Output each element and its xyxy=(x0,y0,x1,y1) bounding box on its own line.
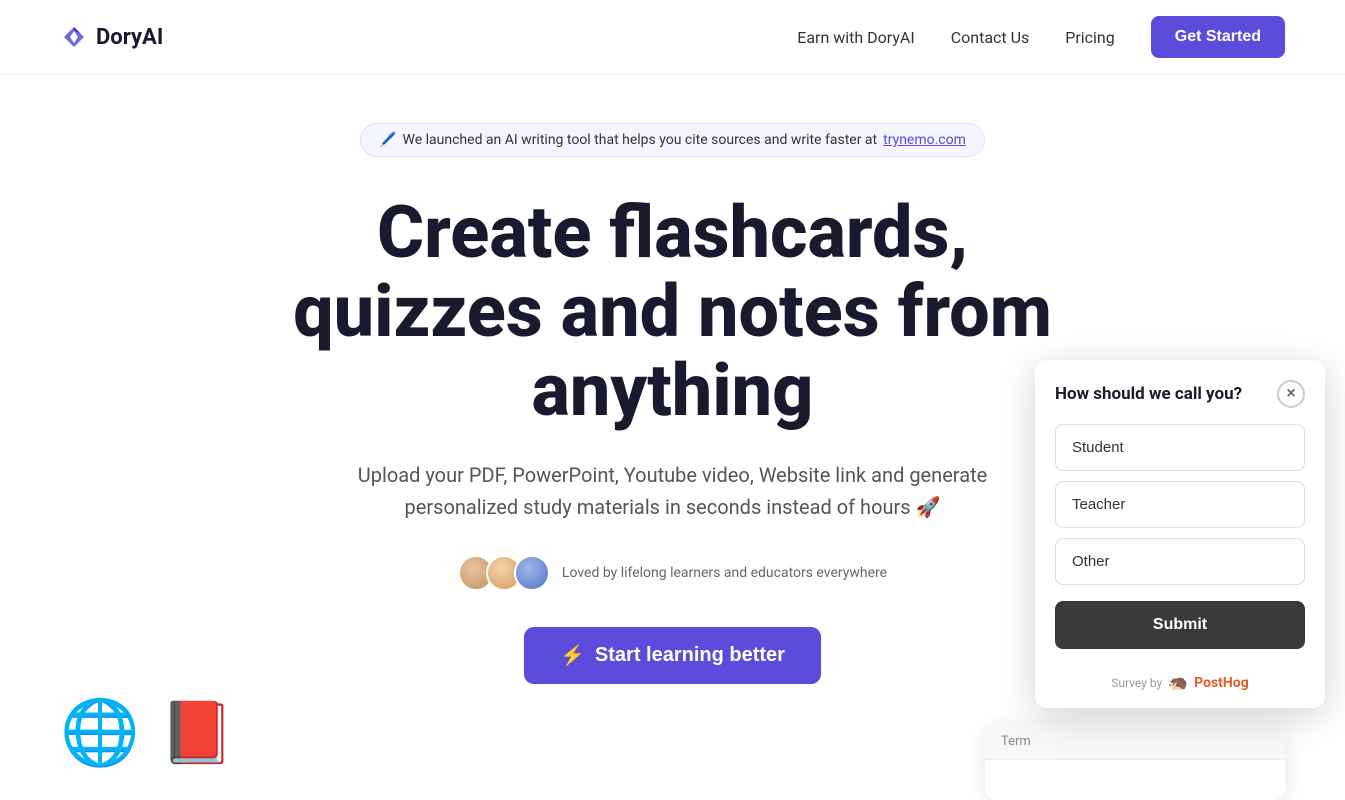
pdf-icon: 📕 xyxy=(160,697,235,768)
flashcard-term-label: Term xyxy=(1001,734,1031,749)
social-proof-text: Loved by lifelong learners and educators… xyxy=(562,565,887,581)
flashcard-header: Term xyxy=(985,724,1285,760)
popup-option-other[interactable]: Other xyxy=(1055,538,1305,585)
announcement-text: We launched an AI writing tool that help… xyxy=(403,132,878,148)
footer-survey-text: Survey by xyxy=(1111,676,1162,690)
nav-links: Earn with DoryAI Contact Us Pricing Get … xyxy=(797,16,1285,58)
bottom-icons: 🌐 📕 xyxy=(0,695,294,770)
popup-footer: Survey by 🦔 PostHog xyxy=(1035,663,1325,708)
popup-submit-button[interactable]: Submit xyxy=(1055,601,1305,649)
announcement-link[interactable]: trynemo.com xyxy=(883,132,966,148)
cta-label: Start learning better xyxy=(595,644,785,667)
bolt-icon: ⚡ xyxy=(560,643,585,668)
social-proof: Loved by lifelong learners and educators… xyxy=(458,555,887,591)
close-icon: × xyxy=(1286,385,1295,403)
nav-earn[interactable]: Earn with DoryAI xyxy=(797,28,915,47)
popup-title: How should we call you? xyxy=(1055,384,1242,404)
posthog-icon: 🦔 xyxy=(1168,673,1188,692)
flashcard-preview: Term xyxy=(985,724,1285,800)
avatar-group xyxy=(458,555,550,591)
logo[interactable]: DoryAI xyxy=(60,23,163,51)
popup-header: How should we call you? × xyxy=(1035,360,1325,424)
popup-options: Student Teacher Other xyxy=(1035,424,1325,601)
hero-title: Create flashcards, quizzes and notes fro… xyxy=(283,193,1063,431)
nav-contact[interactable]: Contact Us xyxy=(951,28,1030,47)
get-started-button[interactable]: Get Started xyxy=(1151,16,1285,58)
announcement-banner: 🖊️ We launched an AI writing tool that h… xyxy=(360,123,985,157)
globe-icon: 🌐 xyxy=(60,695,140,770)
popup-option-teacher[interactable]: Teacher xyxy=(1055,481,1305,528)
announcement-emoji: 🖊️ xyxy=(379,132,396,148)
logo-text: DoryAI xyxy=(96,25,163,50)
doryai-logo-icon xyxy=(60,23,88,51)
flashcard-body xyxy=(985,760,1285,800)
popup-option-student[interactable]: Student xyxy=(1055,424,1305,471)
posthog-brand: PostHog xyxy=(1194,675,1249,691)
avatar xyxy=(514,555,550,591)
popup-close-button[interactable]: × xyxy=(1277,380,1305,408)
navbar: DoryAI Earn with DoryAI Contact Us Prici… xyxy=(0,0,1345,75)
hero-subtitle: Upload your PDF, PowerPoint, Youtube vid… xyxy=(353,459,993,523)
start-learning-button[interactable]: ⚡ Start learning better xyxy=(524,627,821,684)
nav-pricing[interactable]: Pricing xyxy=(1065,28,1115,47)
popup: How should we call you? × Student Teache… xyxy=(1035,360,1325,708)
